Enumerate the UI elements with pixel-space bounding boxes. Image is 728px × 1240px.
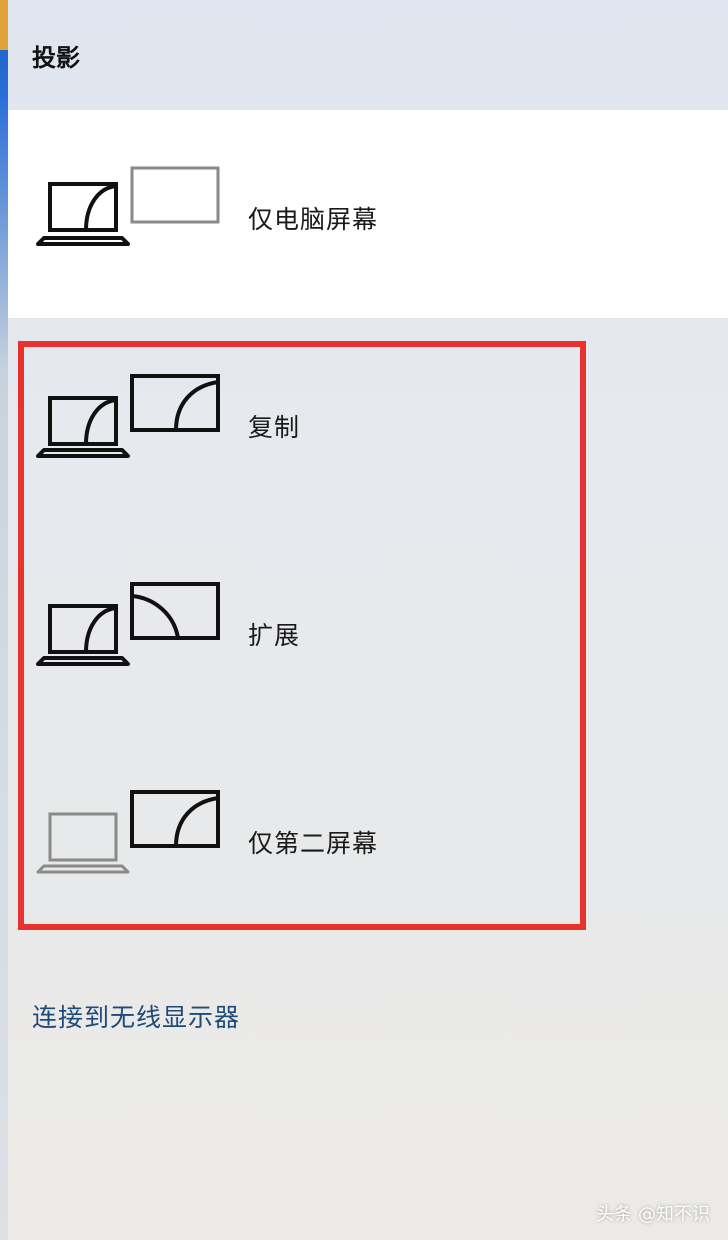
option-second-screen-only[interactable]: 仅第二屏幕 [8, 734, 728, 942]
option-label: 复制 [248, 413, 301, 442]
pc-screen-only-icon [36, 166, 220, 246]
option-label: 仅电脑屏幕 [248, 205, 379, 234]
option-pc-screen-only[interactable]: 仅电脑屏幕 [8, 110, 728, 318]
duplicate-icon [36, 374, 220, 458]
page-title: 投影 [32, 44, 80, 72]
connect-wireless-display-link[interactable]: 连接到无线显示器 [32, 998, 240, 1034]
option-label: 仅第二屏幕 [248, 829, 379, 858]
flyout-header: 投影 [8, 0, 728, 108]
second-screen-only-icon [36, 790, 220, 874]
option-label: 扩展 [248, 621, 301, 650]
project-flyout: 投影 仅电脑屏幕 复制 扩展 仅第二屏幕 连接到无线显示器 [8, 0, 728, 1240]
option-duplicate[interactable]: 复制 [8, 318, 728, 526]
desktop-edge [0, 0, 8, 1240]
extend-icon [36, 582, 220, 666]
option-extend[interactable]: 扩展 [8, 526, 728, 734]
watermark: 头条 @知不识 [596, 1204, 710, 1225]
